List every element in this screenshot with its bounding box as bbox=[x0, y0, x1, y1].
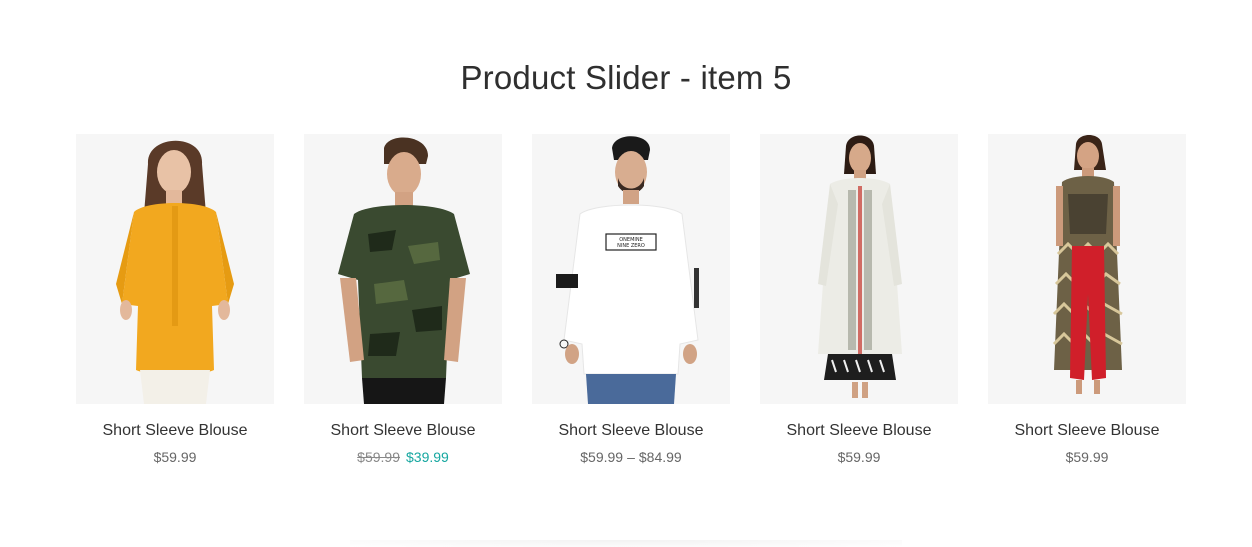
product-image-link[interactable] bbox=[988, 134, 1186, 404]
product-card: Short Sleeve Blouse $59.99 bbox=[76, 134, 274, 467]
section-divider-shadow bbox=[350, 540, 902, 547]
price-regular: $59.99 bbox=[1065, 449, 1109, 465]
product-image-man-camo-tshirt bbox=[304, 134, 502, 404]
product-card: ONEMINE NINE ZERO Short Sleeve Blouse $5… bbox=[532, 134, 730, 467]
shirt-print-line2: NINE ZERO bbox=[617, 243, 645, 249]
price-old: $59.99 bbox=[357, 449, 400, 465]
product-price: $59.99– $84.99 bbox=[532, 447, 730, 467]
product-image-link[interactable]: ONEMINE NINE ZERO bbox=[532, 134, 730, 404]
product-card: Short Sleeve Blouse $59.99 bbox=[988, 134, 1186, 467]
section-title: Product Slider - item 5 bbox=[460, 59, 792, 96]
product-name[interactable]: Short Sleeve Blouse bbox=[760, 421, 958, 441]
product-image-link[interactable] bbox=[304, 134, 502, 404]
price-range-separator: – bbox=[627, 449, 635, 465]
product-card: Short Sleeve Blouse $59.99 $39.99 bbox=[304, 134, 502, 467]
product-image-woman-white-kurta bbox=[760, 134, 958, 404]
product-image-woman-yellow-top bbox=[76, 134, 274, 404]
product-price: $59.99 $39.99 bbox=[304, 447, 502, 467]
product-card: Short Sleeve Blouse $59.99 bbox=[760, 134, 958, 467]
product-name[interactable]: Short Sleeve Blouse bbox=[76, 421, 274, 441]
price-sale: $39.99 bbox=[406, 449, 449, 465]
price-regular: $59.99 bbox=[153, 449, 197, 465]
product-image-link[interactable] bbox=[76, 134, 274, 404]
product-name[interactable]: Short Sleeve Blouse bbox=[304, 421, 502, 441]
product-image-link[interactable] bbox=[760, 134, 958, 404]
product-image-man-white-longsleeve: ONEMINE NINE ZERO bbox=[532, 134, 730, 404]
price-min: $59.99 bbox=[580, 449, 624, 465]
price-max: $84.99 bbox=[638, 449, 682, 465]
product-price: $59.99 bbox=[760, 447, 958, 467]
product-price: $59.99 bbox=[988, 447, 1186, 467]
product-name[interactable]: Short Sleeve Blouse bbox=[532, 421, 730, 441]
price-regular: $59.99 bbox=[837, 449, 881, 465]
product-slider: Short Sleeve Blouse $59.99 Short Sleeve … bbox=[76, 134, 1186, 474]
product-slider-section: Product Slider - item 5 Short Sleeve Blo… bbox=[0, 0, 1252, 547]
product-price: $59.99 bbox=[76, 447, 274, 467]
product-image-woman-printed-kurta bbox=[988, 134, 1186, 404]
product-name[interactable]: Short Sleeve Blouse bbox=[988, 421, 1186, 441]
